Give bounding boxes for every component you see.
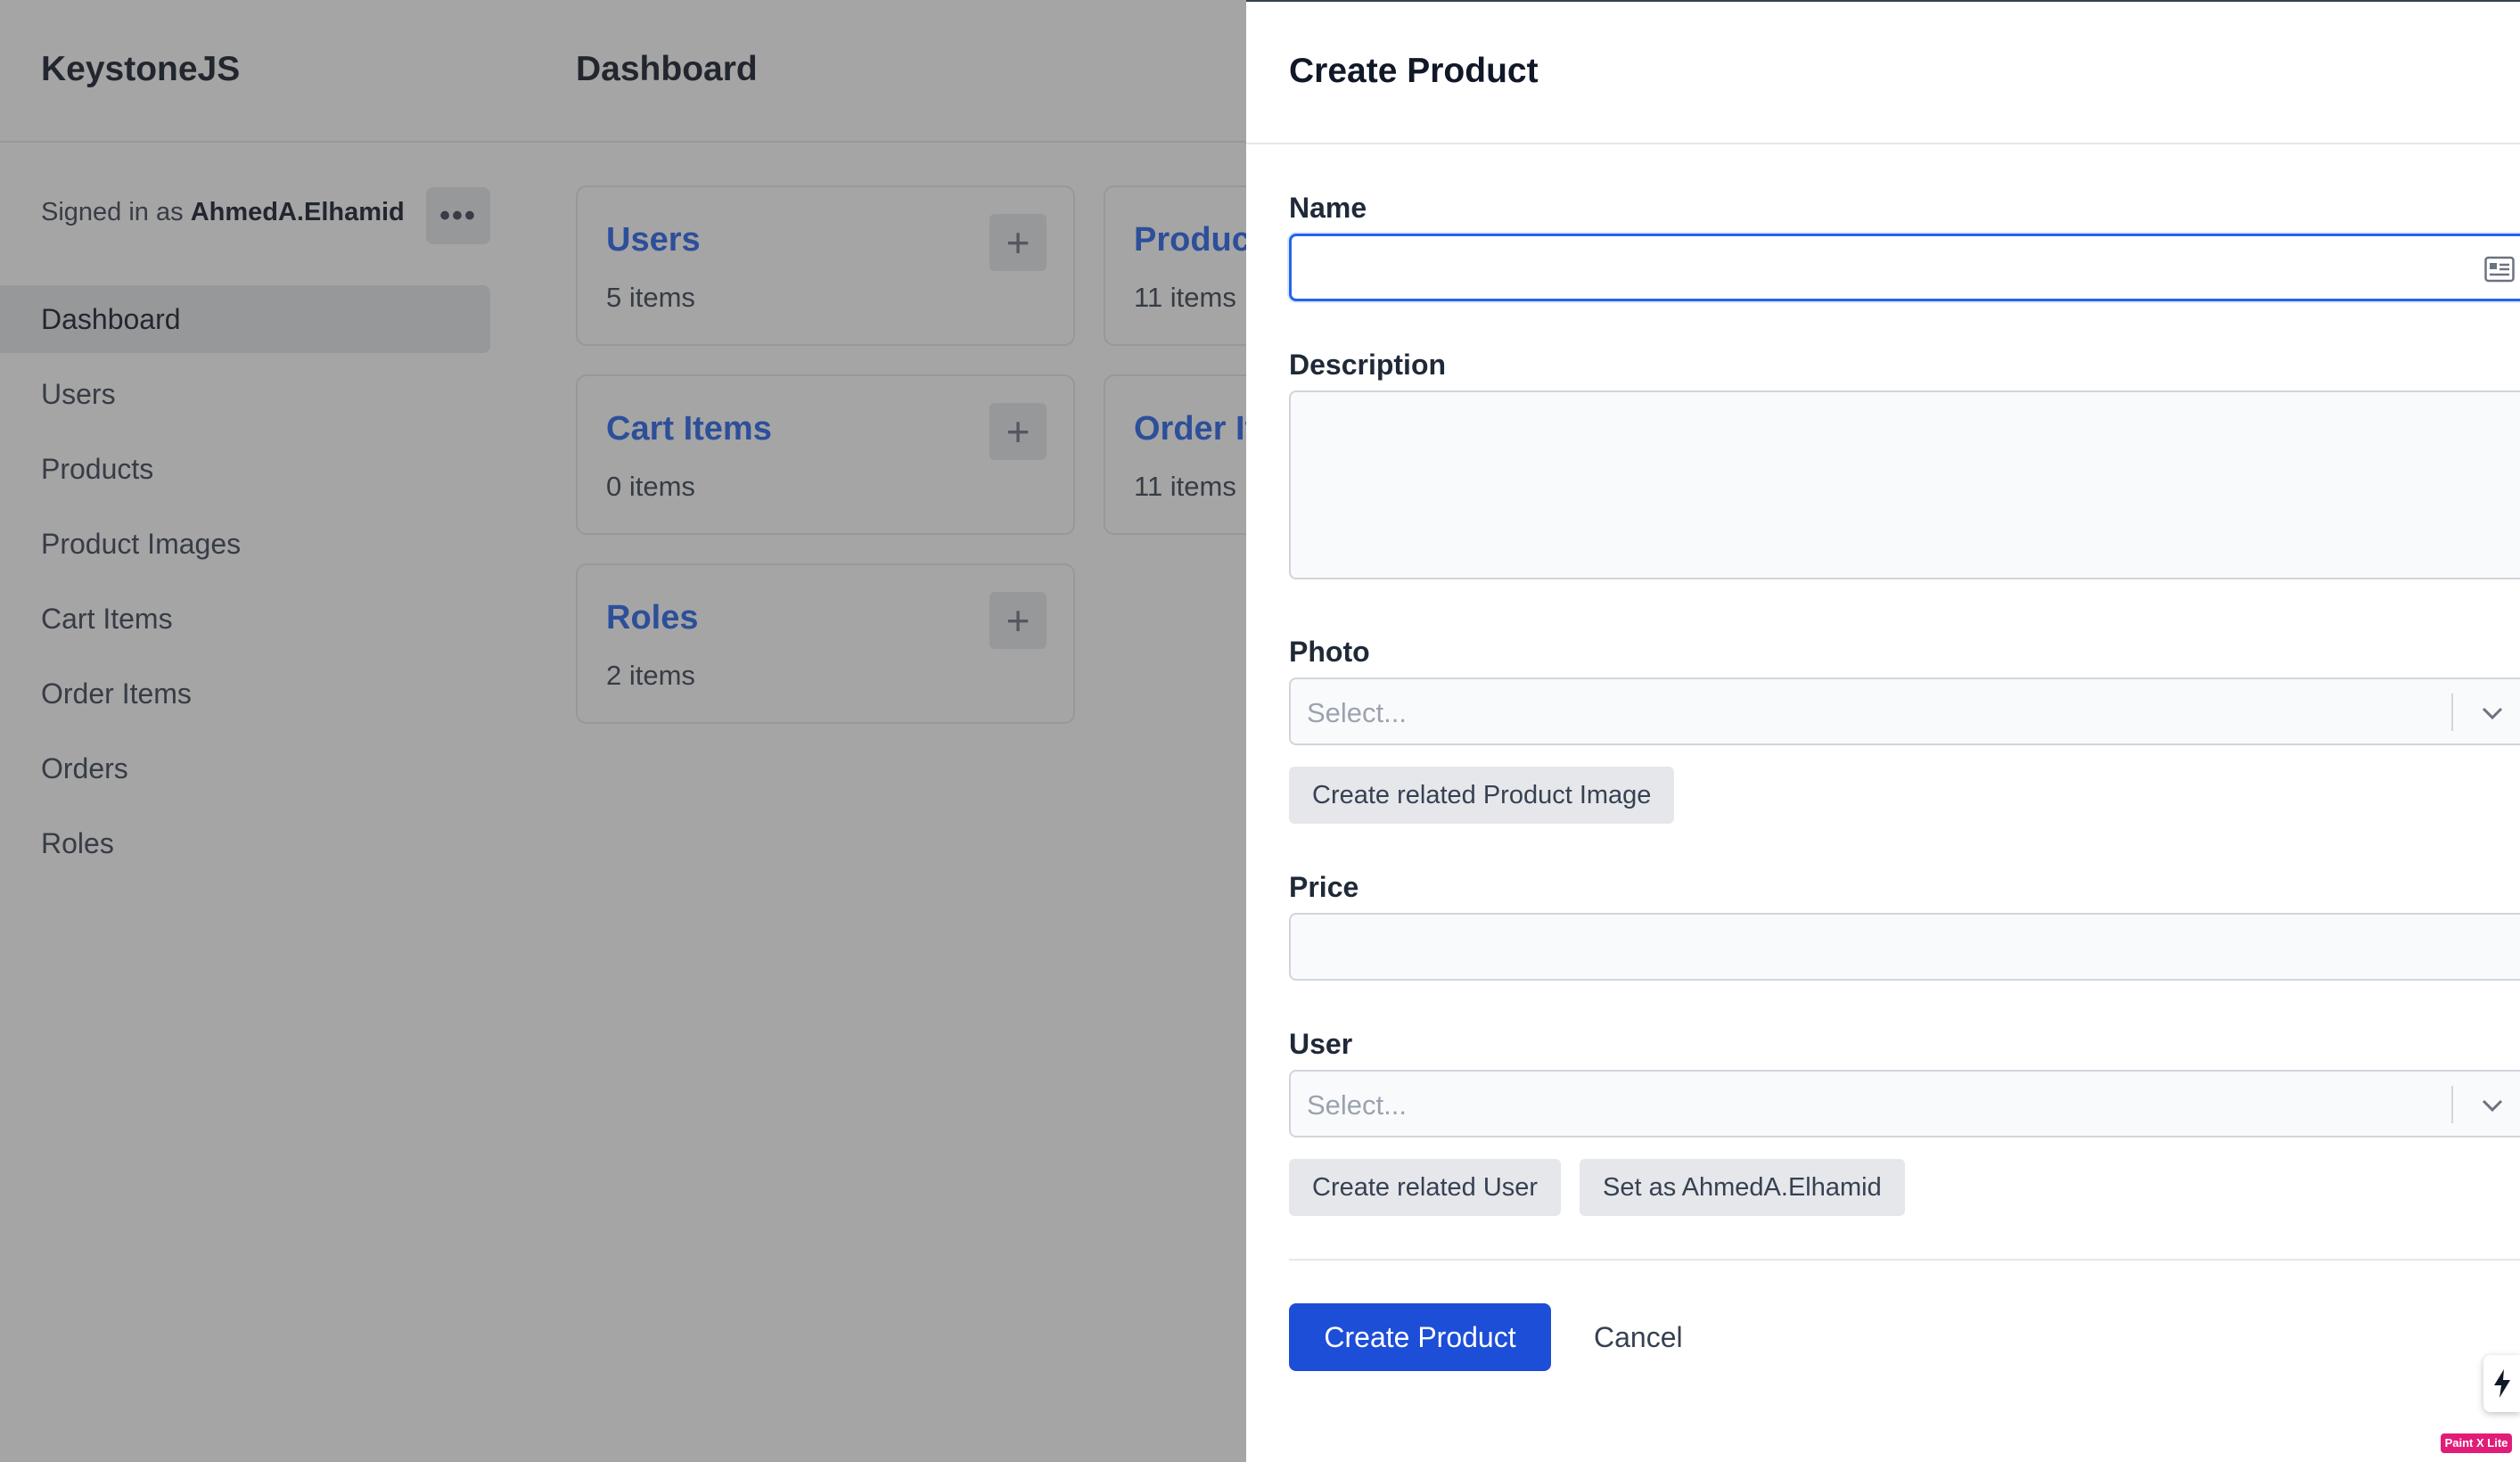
user-select-placeholder: Select... — [1307, 1089, 1407, 1121]
description-field[interactable] — [1289, 390, 2520, 579]
price-field[interactable] — [1289, 913, 2520, 981]
form-divider — [1289, 1259, 2520, 1261]
lightning-bolt-icon — [2493, 1369, 2510, 1398]
select-separator — [2451, 694, 2453, 731]
contact-card-icon — [2484, 256, 2515, 283]
user-select[interactable]: Select... — [1289, 1070, 2520, 1138]
price-label: Price — [1289, 871, 1359, 903]
select-separator — [2451, 1086, 2453, 1123]
user-label: User — [1289, 1028, 1353, 1060]
create-related-product-image-button[interactable]: Create related Product Image — [1289, 767, 1675, 824]
chevron-down-icon[interactable] — [2476, 1089, 2508, 1121]
create-related-user-button[interactable]: Create related User — [1289, 1159, 1562, 1216]
set-as-current-user-button[interactable]: Set as AhmedA.Elhamid — [1580, 1159, 1905, 1216]
photo-select[interactable]: Select... — [1289, 678, 2520, 745]
drawer-title: Create Product — [1289, 52, 1539, 90]
photo-label: Photo — [1289, 636, 1370, 668]
drawer-header: Create Product — [1246, 2, 2520, 144]
keystone-admin-app: KeystoneJS Dashboard Signed in as AhmedA… — [0, 0, 2520, 1462]
create-product-drawer: Create Product Name Description Photo Se… — [1246, 0, 2520, 1462]
modal-backdrop[interactable] — [0, 0, 1246, 1462]
cancel-button[interactable]: Cancel — [1594, 1303, 1683, 1371]
paint-x-lite-badge: Paint X Lite — [2441, 1433, 2512, 1453]
name-label: Name — [1289, 192, 1367, 224]
devtools-bolt-button[interactable] — [2483, 1355, 2520, 1412]
name-field[interactable] — [1289, 234, 2520, 301]
create-product-button[interactable]: Create Product — [1289, 1303, 1551, 1371]
photo-select-placeholder: Select... — [1307, 697, 1407, 728]
chevron-down-icon[interactable] — [2476, 697, 2508, 729]
description-label: Description — [1289, 349, 1447, 381]
